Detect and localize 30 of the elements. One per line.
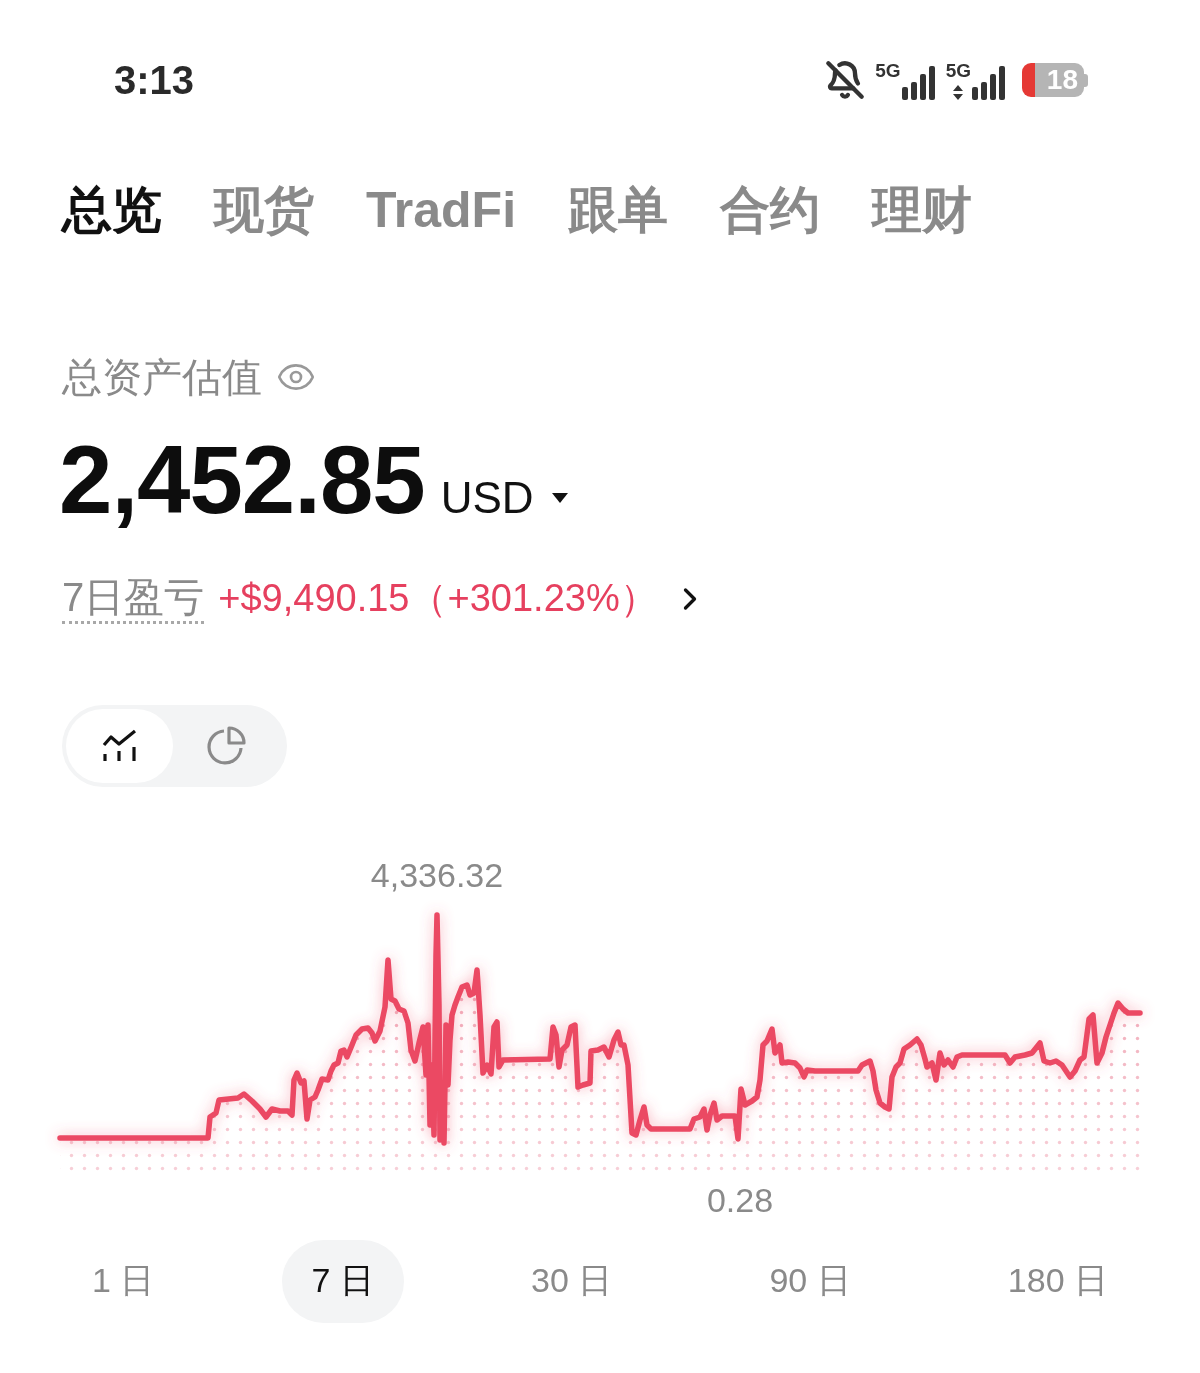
nav-tab[interactable]: 总览 bbox=[62, 180, 162, 240]
period-tab[interactable]: 90 日 bbox=[739, 1239, 881, 1323]
data-arrows-icon bbox=[953, 85, 964, 100]
clock-time: 3:13 bbox=[114, 57, 195, 103]
max-value-label: 4,336.32 bbox=[370, 856, 504, 895]
battery-percentage: 18 bbox=[1046, 66, 1078, 94]
line-chart-view-button[interactable] bbox=[66, 708, 173, 783]
pnl-value: +$9,490.15（+301.23%） bbox=[218, 576, 658, 621]
period-tab[interactable]: 1 日 bbox=[62, 1239, 185, 1323]
period-tab[interactable]: 7 日 bbox=[281, 1239, 404, 1323]
total-amount: 2,452.85 bbox=[59, 430, 425, 531]
period-tab[interactable]: 180 日 bbox=[977, 1239, 1138, 1323]
signal-bars-icon bbox=[901, 66, 936, 100]
pnl-label[interactable]: 7日盈亏 bbox=[62, 573, 205, 625]
nav-tab[interactable]: 理财 bbox=[872, 180, 973, 240]
line-chart-icon bbox=[101, 728, 138, 763]
network-type-label: 5G bbox=[945, 60, 971, 82]
nav-tab[interactable]: TradFi bbox=[366, 180, 517, 240]
nav-tab[interactable]: 现货 bbox=[214, 180, 314, 240]
currency-selector[interactable]: USD bbox=[440, 474, 568, 523]
network-type-label: 5G bbox=[875, 60, 901, 82]
min-value-label: 0.28 bbox=[706, 1181, 774, 1220]
muted-bell-icon bbox=[825, 60, 866, 100]
nav-tab[interactable]: 合约 bbox=[720, 180, 821, 240]
period-tab[interactable]: 30 日 bbox=[501, 1239, 643, 1323]
signal-bars-icon bbox=[972, 66, 1006, 100]
total-assets-label: 总资产估值 bbox=[62, 354, 262, 401]
caret-down-icon bbox=[551, 493, 568, 504]
pie-chart-icon bbox=[206, 725, 247, 766]
nav-tab[interactable]: 跟单 bbox=[568, 180, 669, 240]
